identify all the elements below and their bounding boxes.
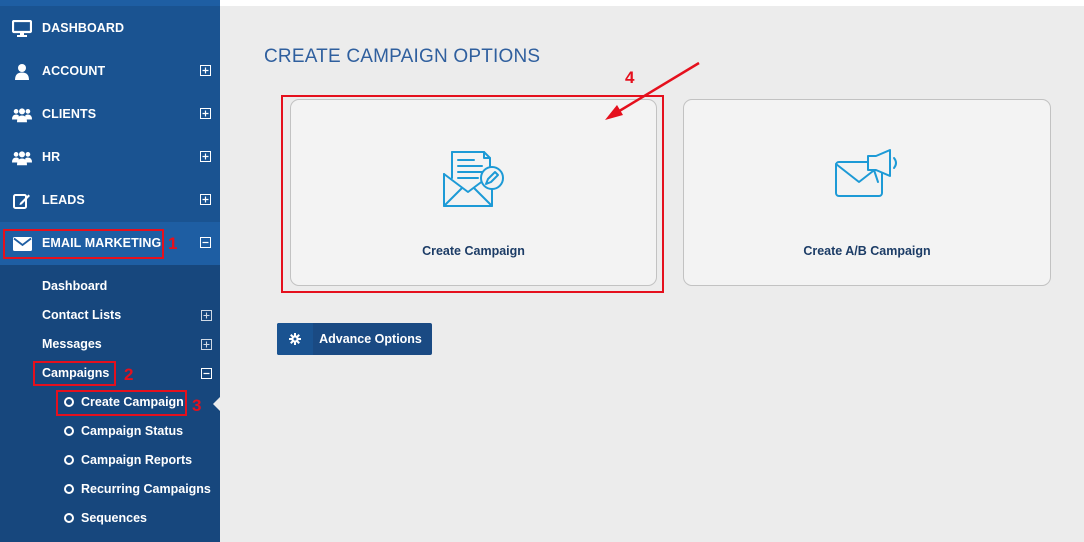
- minus-square-icon[interactable]: [200, 237, 211, 248]
- edit-icon: [12, 192, 32, 209]
- campaigns-item-label: Sequences: [81, 511, 148, 525]
- user-icon: [12, 63, 32, 80]
- sidebar: DASHBOARD ACCOUNT CLIENTS HR LEADS EMAIL…: [0, 0, 220, 542]
- annotation-box-1: [3, 229, 164, 259]
- circle-icon: [64, 513, 74, 523]
- campaigns-item-sequences[interactable]: Sequences: [64, 511, 147, 525]
- submenu-item-label: Contact Lists: [42, 308, 122, 322]
- annotation-box-4: [281, 95, 664, 293]
- submenu-item-label: Dashboard: [42, 279, 108, 293]
- plus-square-icon[interactable]: [200, 108, 211, 119]
- minus-square-icon[interactable]: [201, 368, 212, 379]
- annotation-number-1: 1: [168, 234, 178, 253]
- submenu-item-messages[interactable]: Messages: [42, 337, 212, 351]
- plus-square-icon[interactable]: [201, 310, 212, 321]
- plus-square-icon[interactable]: [200, 194, 211, 205]
- annotation-number-2: 2: [124, 365, 134, 384]
- sidebar-item-label: HR: [42, 150, 61, 164]
- circle-icon: [64, 426, 74, 436]
- card-label: Create A/B Campaign: [803, 244, 931, 258]
- sidebar-item-dashboard[interactable]: DASHBOARD: [0, 7, 220, 50]
- page-title: CREATE CAMPAIGN OPTIONS: [264, 46, 541, 67]
- sidebar-item-leads[interactable]: LEADS: [0, 179, 220, 222]
- submenu-item-label: Messages: [42, 337, 102, 351]
- campaigns-item-recurring-campaigns[interactable]: Recurring Campaigns: [64, 482, 211, 496]
- plus-square-icon[interactable]: [200, 65, 211, 76]
- campaigns-item-label: Campaign Reports: [81, 453, 193, 467]
- campaigns-item-label: Recurring Campaigns: [81, 482, 211, 496]
- plus-square-icon[interactable]: [200, 151, 211, 162]
- campaigns-item-campaign-reports[interactable]: Campaign Reports: [64, 453, 192, 467]
- top-bar: [220, 0, 1084, 6]
- submenu-item-contact-lists[interactable]: Contact Lists: [42, 308, 212, 322]
- create-ab-campaign-card[interactable]: Create A/B Campaign: [683, 99, 1051, 286]
- annotation-box-2: [33, 361, 116, 386]
- users-icon: [12, 149, 32, 166]
- email-megaphone-icon: [834, 148, 900, 205]
- sidebar-item-label: LEADS: [42, 193, 85, 207]
- users-icon: [12, 106, 32, 123]
- submenu-item-dashboard[interactable]: Dashboard: [42, 279, 107, 293]
- gear-icon: [277, 323, 313, 355]
- annotation-number-4: 4: [625, 68, 635, 87]
- sidebar-item-clients[interactable]: CLIENTS: [0, 93, 220, 136]
- sidebar-item-label: CLIENTS: [42, 107, 97, 121]
- sidebar-item-label: DASHBOARD: [42, 21, 125, 35]
- plus-square-icon[interactable]: [201, 339, 212, 350]
- campaigns-item-campaign-status[interactable]: Campaign Status: [64, 424, 183, 438]
- sidebar-item-label: ACCOUNT: [42, 64, 106, 78]
- sidebar-item-account[interactable]: ACCOUNT: [0, 50, 220, 93]
- circle-icon: [64, 455, 74, 465]
- circle-icon: [64, 484, 74, 494]
- sidebar-item-hr[interactable]: HR: [0, 136, 220, 179]
- active-caret: [213, 397, 220, 411]
- monitor-icon: [12, 20, 32, 37]
- advance-options-button[interactable]: Advance Options: [277, 323, 432, 355]
- campaigns-item-label: Campaign Status: [81, 424, 184, 438]
- advance-options-label: Advance Options: [319, 332, 422, 346]
- sidebar-top-strip: [0, 0, 220, 6]
- annotation-box-3: [56, 390, 187, 416]
- annotation-number-3: 3: [192, 396, 202, 415]
